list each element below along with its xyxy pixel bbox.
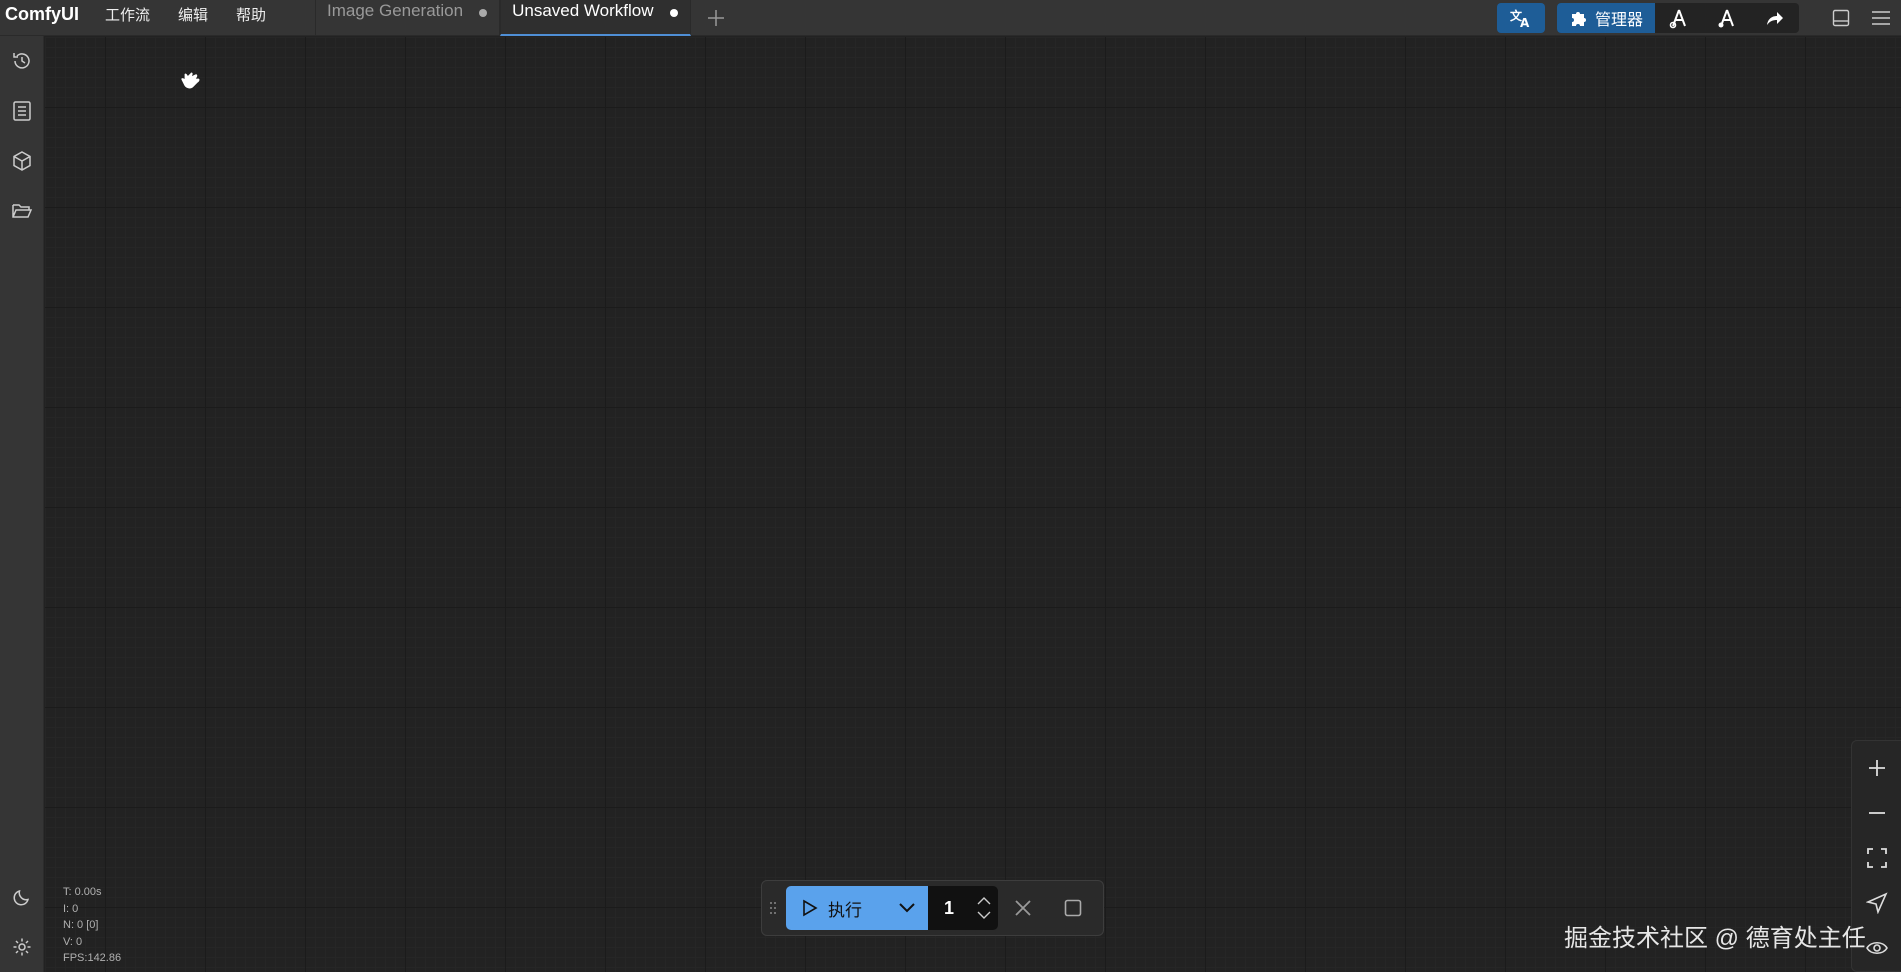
translate-icon: 文 A [1510,8,1530,29]
share-model-icon [1669,9,1686,29]
hamburger-icon [1872,11,1890,25]
main-menu-button[interactable] [1861,0,1901,36]
panel-icon [1832,9,1850,27]
menu-edit[interactable]: 编辑 [164,0,222,36]
run-button-group: 执行 [786,886,928,930]
toggle-bottom-panel-button[interactable] [1821,0,1861,36]
translate-button[interactable]: 文 A [1496,3,1545,33]
sidebar-node-library[interactable] [0,86,44,136]
run-toolbar: 执行 1 [761,880,1104,936]
run-button[interactable]: 执行 [786,896,886,921]
gear-icon [13,938,31,956]
manager-label: 管理器 [1594,12,1643,29]
run-mode-dropdown[interactable] [886,886,928,930]
hand-cursor-icon [180,71,201,90]
add-tab-button[interactable] [691,0,741,36]
share-arrow-icon [1767,12,1783,25]
cancel-button[interactable] [998,886,1048,930]
share-workflow-icon [1718,9,1734,28]
theme-toggle-button[interactable] [0,872,44,922]
moon-icon [13,889,30,906]
sidebar-queue-history[interactable] [0,36,44,86]
stat-fps: FPS:142.86 [63,952,122,964]
book-icon [13,101,31,121]
close-icon [1015,900,1031,916]
left-sidebar [0,36,44,972]
top-right-toolbar: 文 A 管理器 [1496,0,1901,36]
stat-v: V: 0 [63,935,83,948]
puzzle-icon [1571,12,1586,26]
top-menu-bar: ComfyUI 工作流 编辑 帮助 Image Generation Unsav… [0,0,1901,36]
model-share-button[interactable] [1703,3,1751,33]
plus-icon [707,10,724,26]
folder-open-icon [12,204,33,218]
chevron-up-icon[interactable] [977,897,991,905]
play-icon [803,899,818,917]
unsaved-dot-icon [669,9,678,17]
batch-count-stepper[interactable]: 1 [928,886,998,930]
zoom-out-button[interactable] [1852,790,1901,835]
tab-label: Unsaved Workflow [512,1,654,20]
send-icon [1865,891,1888,914]
zoom-in-button[interactable] [1852,745,1901,790]
manager-group: 管理器 [1556,3,1799,33]
watermark-text: 掘金技术社区 @ 德育处主任 [1564,925,1866,952]
chevron-down-icon[interactable] [977,911,991,919]
stat-i: I: 0 [63,902,79,915]
run-label: 执行 [828,900,862,920]
stat-time: T: 0.00s [63,886,102,898]
menu-workflow[interactable]: 工作流 [91,0,164,36]
stat-nodes: N: 0 [0] [63,919,99,931]
graph-canvas[interactable] [45,37,1901,972]
stop-icon [1064,899,1082,917]
expand-icon [1866,847,1887,868]
fit-view-button[interactable] [1852,835,1901,880]
cube-icon [13,151,31,171]
tab-image-generation[interactable]: Image Generation [315,0,501,36]
tab-unsaved-workflow[interactable]: Unsaved Workflow [500,0,691,36]
menu-help[interactable]: 帮助 [222,0,280,36]
sidebar-model-library[interactable] [0,136,44,186]
model-download-button[interactable] [1655,3,1703,33]
share-button[interactable] [1751,3,1799,33]
eye-icon [1865,941,1888,954]
batch-count-value[interactable]: 1 [928,898,970,919]
svg-text:A: A [1520,16,1530,29]
drag-handle-icon[interactable] [768,896,778,920]
unsaved-dot-icon [479,9,488,17]
sidebar-workflows[interactable] [0,186,44,236]
stop-button[interactable] [1048,886,1098,930]
plus-icon [1868,759,1885,776]
tab-label: Image Generation [327,1,464,20]
app-logo: ComfyUI [5,3,80,24]
history-icon [13,53,30,69]
manager-button[interactable]: 管理器 [1556,3,1655,33]
settings-button[interactable] [0,922,44,972]
chevron-down-icon [899,903,915,913]
canvas-stats: T: 0.00s I: 0 N: 0 [0] V: 0 FPS:142.86 [63,884,121,967]
minus-icon [1868,811,1885,814]
workflow-tabs: Image Generation Unsaved Workflow [315,0,741,36]
